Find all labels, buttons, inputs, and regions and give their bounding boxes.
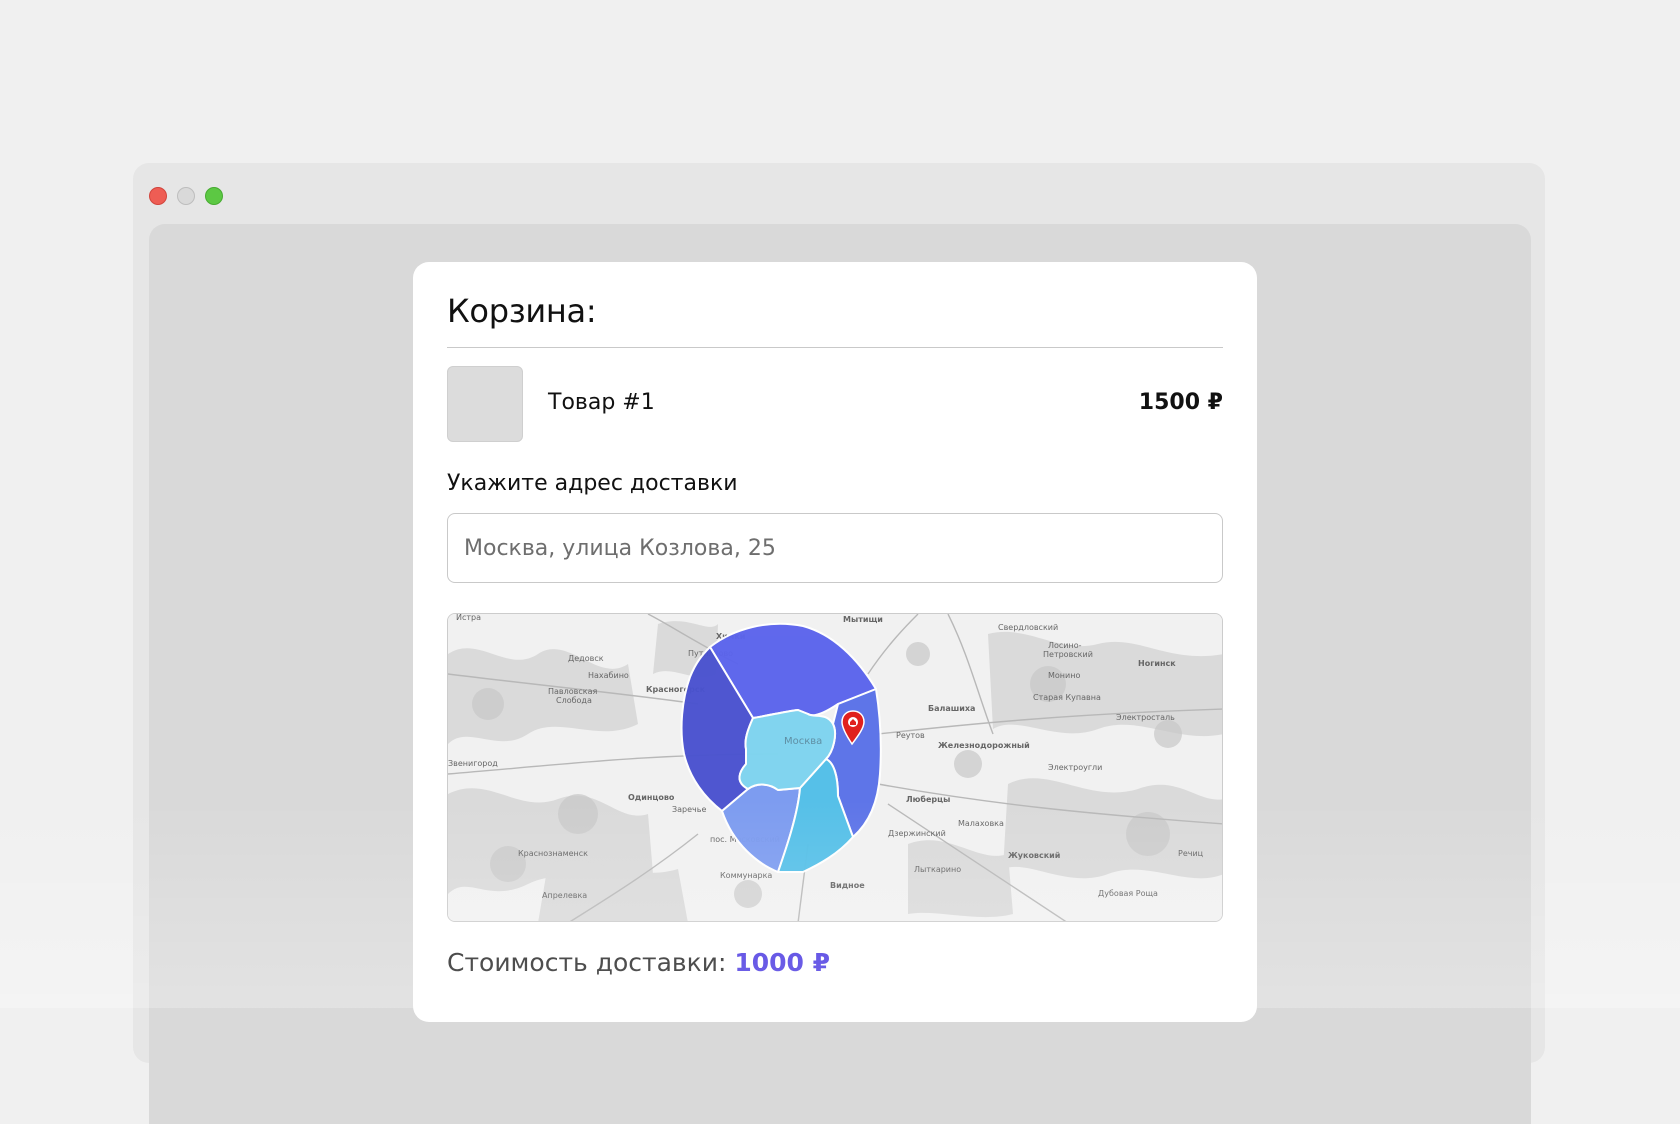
- zoom-window-button[interactable]: [205, 187, 223, 205]
- svg-text:Слобода: Слобода: [556, 696, 592, 705]
- svg-text:Коммунарка: Коммунарка: [720, 871, 772, 880]
- title-divider: [447, 347, 1223, 348]
- svg-text:Электросталь: Электросталь: [1116, 713, 1175, 722]
- svg-text:Заречье: Заречье: [672, 805, 706, 814]
- minimize-window-button[interactable]: [177, 187, 195, 205]
- svg-text:Павловская: Павловская: [548, 687, 597, 696]
- svg-text:Монино: Монино: [1048, 671, 1080, 680]
- svg-text:Речиц: Речиц: [1178, 849, 1204, 858]
- cart-card: Корзина: Товар #1 1500 ₽ Укажите адрес д…: [413, 262, 1257, 1022]
- svg-text:Старая Купавна: Старая Купавна: [1033, 693, 1101, 702]
- svg-text:Люберцы: Люберцы: [906, 794, 950, 804]
- delivery-cost: Стоимость доставки: 1000 ₽: [447, 948, 830, 977]
- svg-text:Жуковский: Жуковский: [1008, 851, 1060, 860]
- svg-text:Видное: Видное: [830, 881, 865, 890]
- delivery-cost-value: 1000 ₽: [734, 948, 831, 977]
- svg-text:Истра: Истра: [456, 614, 481, 622]
- svg-text:Нахабино: Нахабино: [588, 671, 629, 680]
- map-canvas[interactable]: Истра Химки Мытищи Свердловский Лосино- …: [448, 614, 1223, 922]
- cart-item-row: Товар #1 1500 ₽: [447, 366, 1223, 442]
- svg-text:Балашиха: Балашиха: [928, 704, 975, 713]
- svg-text:Железнодорожный: Железнодорожный: [938, 741, 1030, 750]
- svg-text:Дубовая Роща: Дубовая Роща: [1098, 889, 1158, 898]
- delivery-cost-label: Стоимость доставки:: [447, 948, 727, 977]
- close-window-button[interactable]: [149, 187, 167, 205]
- svg-text:Дедовск: Дедовск: [568, 654, 604, 663]
- svg-text:Лосино-: Лосино-: [1048, 641, 1082, 650]
- svg-text:Дзержинский: Дзержинский: [888, 829, 946, 838]
- product-name: Товар #1: [548, 390, 655, 415]
- map-city-label: Москва: [784, 736, 822, 747]
- address-label: Укажите адрес доставки: [447, 471, 738, 496]
- svg-text:Звенигород: Звенигород: [448, 759, 498, 768]
- svg-text:Ногинск: Ногинск: [1138, 659, 1176, 668]
- svg-text:Реутов: Реутов: [896, 731, 925, 740]
- svg-text:Мытищи: Мытищи: [843, 615, 883, 624]
- product-image-placeholder: [447, 366, 523, 442]
- svg-text:Малаховка: Малаховка: [958, 819, 1004, 828]
- svg-text:Петровский: Петровский: [1043, 650, 1093, 659]
- delivery-zones-map[interactable]: Истра Химки Мытищи Свердловский Лосино- …: [447, 613, 1223, 922]
- product-price: 1500 ₽: [1138, 390, 1223, 415]
- svg-text:Апрелевка: Апрелевка: [542, 891, 587, 900]
- svg-text:Свердловский: Свердловский: [998, 623, 1058, 632]
- cart-title: Корзина:: [447, 292, 597, 330]
- svg-text:Электроугли: Электроугли: [1048, 763, 1102, 772]
- address-input[interactable]: [447, 513, 1223, 583]
- svg-text:Лыткарино: Лыткарино: [914, 865, 961, 874]
- svg-text:Одинцово: Одинцово: [628, 793, 675, 802]
- svg-text:Краснознаменск: Краснознаменск: [518, 849, 588, 858]
